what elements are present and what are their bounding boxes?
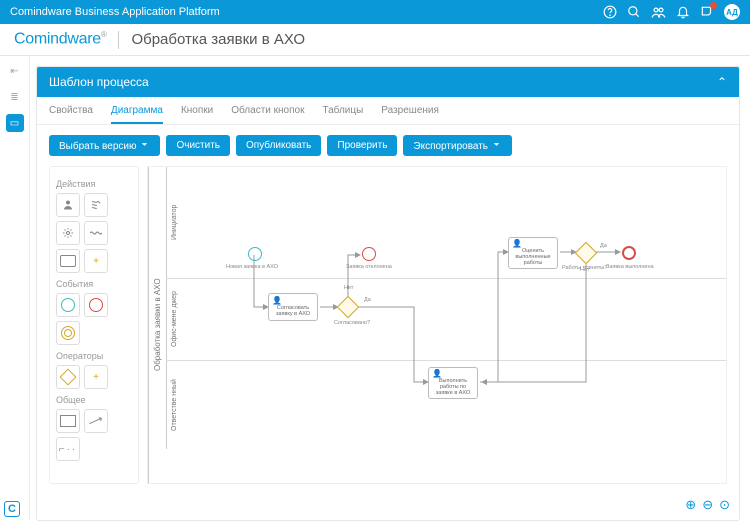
end-event[interactable] xyxy=(622,246,636,260)
gateway-approved-label: Согласовано? xyxy=(334,320,370,326)
lane-office-manager: Офис-мене джер xyxy=(166,279,726,361)
divider xyxy=(118,31,119,49)
select-version-button[interactable]: Выбрать версию xyxy=(49,135,160,156)
app-title: Comindware Business Application Platform xyxy=(10,6,220,18)
palette-group-events: События xyxy=(56,279,132,289)
chevron-down-icon xyxy=(139,139,150,150)
publish-button[interactable]: Опубликовать xyxy=(236,135,321,156)
bell-icon[interactable] xyxy=(676,5,690,19)
tab-button-areas[interactable]: Области кнопок xyxy=(231,105,304,124)
pool-label: Обработка заявки в АХО xyxy=(148,167,166,483)
fit-icon[interactable]: ⊕ xyxy=(685,497,696,513)
gw2-no: Нет xyxy=(580,267,589,273)
brand-badge[interactable]: C xyxy=(4,501,20,517)
task-approve[interactable]: 👤Согласовать заявку в АХО xyxy=(268,293,318,321)
palette: Действия + События xyxy=(49,166,139,484)
end-event-label: Заявка выполнена xyxy=(606,264,654,270)
tab-permissions[interactable]: Разрешения xyxy=(381,105,439,124)
card-header: Шаблон процесса ⌃ xyxy=(37,67,739,97)
rail-list-icon[interactable]: ≣ xyxy=(6,88,24,106)
left-rail: ⇤ ≣ ▭ xyxy=(0,56,30,521)
palette-group-operators: Операторы xyxy=(56,351,132,361)
lane-initiator: Инициатор xyxy=(166,167,726,279)
check-button[interactable]: Проверить xyxy=(327,135,397,156)
task-rate[interactable]: 👤Оценить выполненные работы xyxy=(508,237,558,269)
gw1-yes: Да xyxy=(364,297,371,303)
top-bar: Comindware Business Application Platform… xyxy=(0,0,750,24)
topbar-actions: АД xyxy=(603,4,740,20)
users-icon[interactable] xyxy=(651,5,666,20)
tab-tables[interactable]: Таблицы xyxy=(322,105,363,124)
tab-properties[interactable]: Свойства xyxy=(49,105,93,124)
palette-gateway[interactable] xyxy=(56,365,80,389)
palette-script-task[interactable] xyxy=(84,193,108,217)
start-event[interactable] xyxy=(248,247,262,261)
search-icon[interactable] xyxy=(627,5,641,19)
palette-arrow[interactable] xyxy=(84,409,108,433)
gw1-no: Нет xyxy=(344,285,353,291)
page-title: Обработка заявки в АХО xyxy=(131,31,305,48)
rail-diagram-icon[interactable]: ▭ xyxy=(6,114,24,132)
palette-end-event[interactable] xyxy=(84,293,108,317)
process-card: Шаблон процесса ⌃ Свойства Диаграмма Кно… xyxy=(36,66,740,521)
rail-collapse-icon[interactable]: ⇤ xyxy=(6,62,24,80)
header: Comindware® Обработка заявки в АХО xyxy=(0,24,750,56)
palette-user-task[interactable] xyxy=(56,193,80,217)
logo[interactable]: Comindware® xyxy=(14,30,106,48)
palette-group-general: Общее xyxy=(56,395,132,405)
rejected-label: Заявка отклонена xyxy=(346,264,392,270)
palette-start-event[interactable] xyxy=(56,293,80,317)
palette-group-actions: Действия xyxy=(56,179,132,189)
zoom-controls: ⊕ ⊖ ⊙ xyxy=(685,497,730,513)
palette-operators-add[interactable]: + xyxy=(84,365,108,389)
card-title: Шаблон процесса xyxy=(49,75,149,89)
toolbar: Выбрать версию Очистить Опубликовать Про… xyxy=(37,125,739,166)
palette-flow-task[interactable] xyxy=(84,221,108,245)
tab-buttons[interactable]: Кнопки xyxy=(181,105,213,124)
zoom-reset-icon[interactable]: ⊙ xyxy=(719,497,730,513)
export-button[interactable]: Экспортировать xyxy=(403,135,512,156)
rejected-event[interactable] xyxy=(362,247,376,261)
palette-service-task[interactable] xyxy=(56,221,80,245)
start-event-label: Новая заявка в АХО xyxy=(226,264,278,270)
tab-diagram[interactable]: Диаграмма xyxy=(111,105,163,124)
user-avatar[interactable]: АД xyxy=(724,4,740,20)
palette-subprocess[interactable] xyxy=(56,249,80,273)
chevron-down-icon xyxy=(491,139,502,150)
collapse-icon[interactable]: ⌃ xyxy=(717,75,727,89)
tabs: Свойства Диаграмма Кнопки Области кнопок… xyxy=(37,97,739,125)
zoom-out-icon[interactable]: ⊖ xyxy=(702,497,713,513)
clear-button[interactable]: Очистить xyxy=(166,135,230,156)
gw2-yes: Да xyxy=(600,243,607,249)
help-icon[interactable] xyxy=(603,5,617,19)
notifications-icon[interactable] xyxy=(700,5,714,19)
palette-annotation[interactable]: ⌐·· xyxy=(56,437,80,461)
palette-timer-event[interactable] xyxy=(56,321,80,345)
palette-pool[interactable] xyxy=(56,409,80,433)
bpmn-canvas[interactable]: Обработка заявки в АХО Инициатор Офис-ме… xyxy=(147,166,727,484)
palette-actions-add[interactable]: + xyxy=(84,249,108,273)
task-do-work[interactable]: 👤Выполнить работы по заявке в АХО xyxy=(428,367,478,399)
